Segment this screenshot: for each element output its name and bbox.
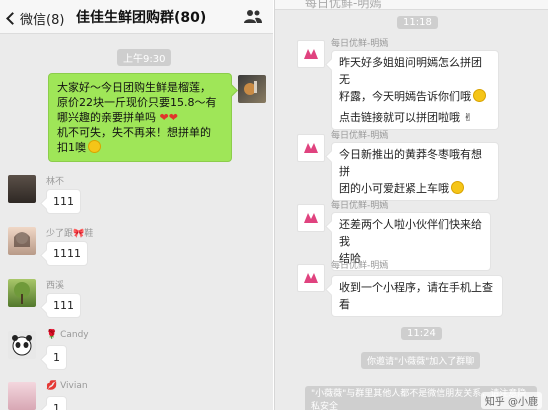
avatar[interactable] (8, 331, 36, 359)
sender-nickname: 🌹 Candy (46, 330, 89, 340)
avatar[interactable] (8, 175, 36, 203)
group-people-icon[interactable] (244, 9, 262, 24)
chat-title: 佳佳生鲜团购群(80) (76, 10, 207, 26)
message-line: 原价22块一斤现价只要15.8～有 (57, 96, 217, 109)
avatar[interactable] (297, 134, 325, 162)
message-line: 扣1噢 (57, 140, 223, 155)
shop-logo-icon (304, 49, 318, 59)
message-bubble[interactable]: 收到一个小程序，请在手机上查看 (331, 275, 503, 317)
sender-nickname: 每日优鲜-明嫣 (331, 39, 389, 49)
self-avatar[interactable] (238, 75, 266, 103)
message-line: 籽露，今天明嫣告诉你们哦 (339, 88, 491, 105)
time-label: 上午9:30 (117, 49, 172, 66)
sender-nickname: 西溪 (46, 281, 65, 291)
avatar[interactable] (8, 227, 36, 255)
message-line: 机不可失，失不再来！想拼单的 (57, 126, 211, 139)
message-line: 今日新推出的黄莽冬枣哦有想拼 (339, 148, 482, 178)
self-message-bubble[interactable]: 大家好～今日团购生鲜是榴莲， 原价22块一斤现价只要15.8～有 哪兴趣的亲要拼… (48, 73, 232, 162)
chat-header: 微信(8) 佳佳生鲜团购群(80) (0, 0, 274, 34)
message-line: 点击链接就可以拼团啦哦 ✌ (339, 111, 473, 124)
time-label: 11:24 (401, 327, 442, 340)
avatar[interactable] (297, 264, 325, 292)
message-line: 哪兴趣的亲要拼单吗 ❤❤ (57, 111, 178, 124)
message-bubble[interactable]: 111 (46, 293, 81, 318)
sender-nickname: 少了跟🎀鞋 (46, 229, 94, 239)
avatar[interactable] (8, 382, 36, 410)
shop-logo-icon (304, 213, 318, 223)
message-line: 团的小可爱赶紧上车哦 (339, 180, 491, 197)
tree-photo-icon (14, 282, 30, 304)
sender-nickname: 每日优鲜-明嫣 (331, 261, 389, 271)
message-bubble[interactable]: 今日新推出的黄莽冬枣哦有想拼 团的小可爱赶紧上车哦 (331, 142, 499, 201)
message-line: 还差两个人啦小伙伴们快来给我 (339, 218, 482, 248)
message-bubble[interactable]: 1 (46, 396, 67, 410)
sender-nickname: 每日优鲜-明嫣 (331, 201, 389, 211)
sender-nickname: 每日优鲜-明嫣 (331, 131, 389, 141)
left-chat-screen: 微信(8) 佳佳生鲜团购群(80) 上午9:30 大家好～今日团购生鲜是榴莲， … (0, 0, 274, 410)
message-bubble[interactable]: 1 (46, 345, 67, 370)
message-bubble[interactable]: 111 (46, 189, 81, 214)
time-label: 11:18 (397, 16, 438, 29)
sender-nickname: 💋 Vivian (46, 381, 88, 391)
watermark: 知乎 @小鹿 (480, 392, 542, 409)
sender-nickname: 林不 (46, 177, 65, 187)
avatar[interactable] (297, 204, 325, 232)
shop-logo-icon (304, 273, 318, 283)
message-bubble[interactable]: 1111 (46, 241, 88, 266)
chevron-left-icon (6, 12, 19, 25)
chat-header: 每日优鲜-明嫣 (275, 0, 548, 10)
right-chat-screen: 每日优鲜-明嫣 11:18 每日优鲜-明嫣 昨天好多姐姐问明嫣怎么拼团无 籽露，… (274, 0, 548, 410)
back-button[interactable]: 微信(8) (6, 9, 65, 28)
panda-photo-icon (12, 335, 32, 356)
chat-title: 每日优鲜-明嫣 (305, 0, 382, 10)
shop-logo-icon (304, 143, 318, 153)
message-line: 昨天好多姐姐问明嫣怎么拼团无 (339, 56, 482, 86)
back-label: 微信(8) (20, 13, 65, 28)
guitar-photo-icon (244, 81, 257, 95)
message-bubble[interactable]: 昨天好多姐姐问明嫣怎么拼团无 籽露，今天明嫣告诉你们哦 点击链接就可以拼团啦哦 … (331, 50, 499, 130)
avatar[interactable] (297, 40, 325, 68)
system-invite-message: 你邀请"小薇薇"加入了群聊 (361, 352, 481, 369)
message-line: 大家好～今日团购生鲜是榴莲， (57, 81, 211, 94)
avatar[interactable] (8, 279, 36, 307)
girl-photo-icon (14, 232, 30, 247)
